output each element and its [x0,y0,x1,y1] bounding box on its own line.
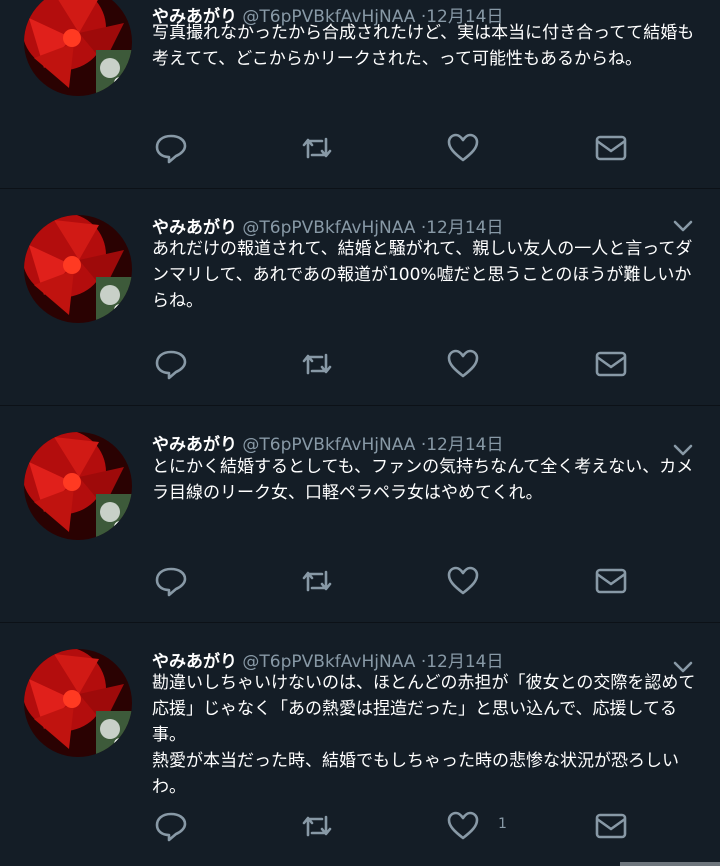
reply-icon[interactable] [154,347,188,381]
chevron-down-icon[interactable] [672,215,694,237]
action-bar: 1 [0,809,720,845]
tweet-text: 勘違いしちゃいけないのは、ほとんどの赤担が「彼女との交際を認めて応援」じゃなく「… [152,673,696,797]
heart-icon[interactable] [446,131,480,165]
tweet-date[interactable]: 12月14日 [426,435,503,455]
action-bar [0,564,720,600]
reply-icon[interactable] [154,131,188,165]
scroll-indicator [620,862,720,866]
retweet-icon[interactable] [300,131,334,165]
avatar-image [24,649,132,757]
avatar[interactable] [24,432,132,540]
avatar-image [24,215,132,323]
retweet-icon[interactable] [300,809,334,843]
tweet-date[interactable]: 12月14日 [426,652,503,672]
heart-icon[interactable] [446,809,480,843]
like-count: 1 [498,816,507,832]
reply-icon[interactable] [154,564,188,598]
retweet-icon[interactable] [300,564,334,598]
display-name[interactable]: やみあがり [152,435,237,455]
avatar-image [24,0,132,96]
reply-icon[interactable] [154,809,188,843]
tweet-card[interactable]: やみあがり @T6pPVBkfAvHjNAA ·12月14日 勘違いしちゃいけな… [0,623,720,866]
heart-icon[interactable] [446,347,480,381]
avatar-image [24,432,132,540]
action-bar [0,347,720,383]
retweet-icon[interactable] [300,347,334,381]
avatar[interactable] [24,0,132,96]
tweet-date[interactable]: 12月14日 [426,218,503,238]
envelope-icon[interactable] [594,564,628,598]
tweet-text: あれだけの報道されて、結婚と騒がれて、親しい友人の一人と言ってダンマリして、あれ… [152,239,693,311]
user-handle[interactable]: @T6pPVBkfAvHjNAA [242,218,415,238]
tweet-text: とにかく結婚するとしても、ファンの気持ちなんて全く考えない、カメラ目線のリーク女… [152,457,694,503]
avatar[interactable] [24,649,132,757]
envelope-icon[interactable] [594,347,628,381]
display-name[interactable]: やみあがり [152,218,237,238]
user-handle[interactable]: @T6pPVBkfAvHjNAA [242,652,415,672]
envelope-icon[interactable] [594,131,628,165]
action-bar [0,131,720,167]
display-name[interactable]: やみあがり [152,652,237,672]
avatar[interactable] [24,215,132,323]
tweet-card[interactable]: やみあがり @T6pPVBkfAvHjNAA ·12月14日 とにかく結婚すると… [0,406,720,623]
user-handle[interactable]: @T6pPVBkfAvHjNAA [242,435,415,455]
heart-icon[interactable] [446,564,480,598]
tweet-text: 写真撮れなかったから合成されたけど、実は本当に付き合ってて結婚も考えてて、どこか… [152,23,695,69]
tweet-card[interactable]: やみあがり @T6pPVBkfAvHjNAA ·12月14日 写真撮れなかったか… [0,0,720,189]
envelope-icon[interactable] [594,809,628,843]
tweet-card[interactable]: やみあがり @T6pPVBkfAvHjNAA ·12月14日 あれだけの報道され… [0,189,720,406]
